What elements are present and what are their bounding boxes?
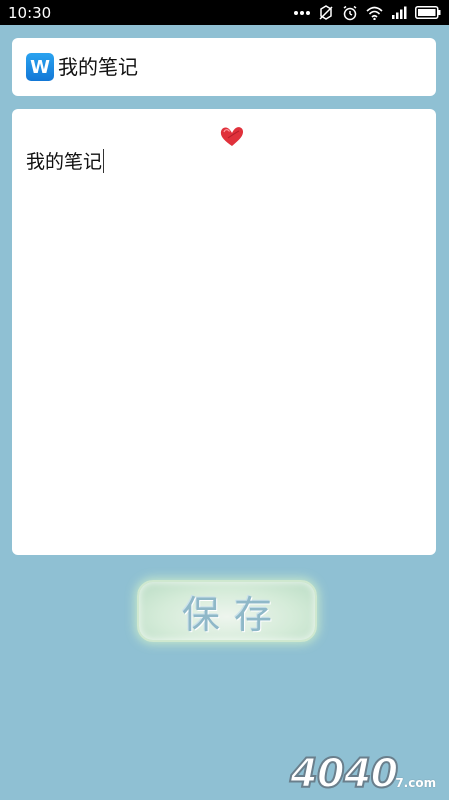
note-editor[interactable]: 我的笔记: [12, 109, 436, 555]
watermark-text: 4040: [289, 751, 399, 797]
app-logo-icon: W: [26, 53, 54, 81]
note-content[interactable]: 我的笔记: [26, 147, 105, 174]
status-bar: 10:30: [0, 0, 449, 25]
signal-off-icon: [318, 4, 334, 21]
watermark-suffix: 7.com: [395, 776, 437, 790]
wifi-icon: [366, 6, 383, 20]
more-icon: [294, 10, 310, 16]
title-card: W: [12, 38, 436, 96]
title-input[interactable]: [58, 49, 418, 85]
heart-icon: [220, 127, 244, 146]
watermark-logo: 4040 7.com: [289, 744, 442, 797]
note-content-text: 我的笔记: [26, 151, 103, 173]
text-cursor: [103, 148, 105, 173]
status-icons: [294, 4, 441, 21]
cell-signal-icon: [391, 6, 407, 19]
save-button[interactable]: 保存: [137, 580, 317, 642]
battery-icon: [415, 6, 441, 19]
status-time: 10:30: [8, 3, 52, 22]
alarm-icon: [342, 5, 358, 21]
save-button-label: 保存: [181, 592, 286, 637]
